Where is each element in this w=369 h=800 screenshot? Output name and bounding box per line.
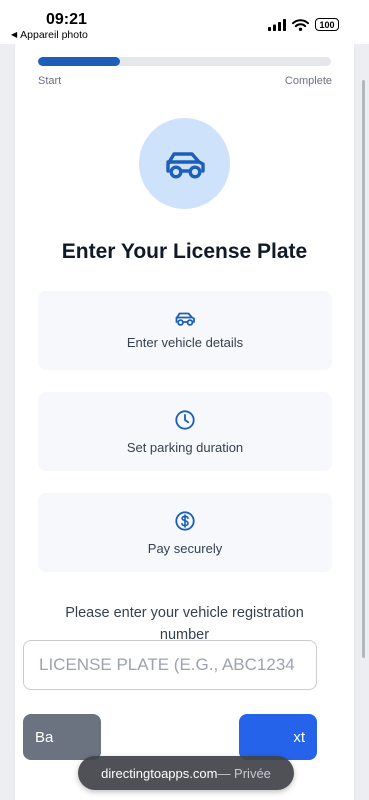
status-bar: 09:21 ◀ Appareil photo 100 xyxy=(0,0,369,44)
feature-label: Enter vehicle details xyxy=(126,335,244,350)
scrollbar[interactable] xyxy=(362,80,365,658)
hero-badge xyxy=(139,118,230,209)
license-plate-input[interactable] xyxy=(23,640,317,690)
dollar-icon xyxy=(175,510,195,531)
cellular-signal-icon xyxy=(268,18,286,31)
url-domain: directingtoapps.com xyxy=(101,765,218,781)
progress-bar-fill xyxy=(38,57,121,66)
progress-bar xyxy=(38,57,331,66)
url-privacy-label: — Privée xyxy=(217,765,271,781)
feature-label: Set parking duration xyxy=(126,439,244,455)
car-icon xyxy=(175,312,195,326)
battery-icon: 100 xyxy=(315,18,339,31)
wifi-icon xyxy=(292,18,309,31)
back-arrow-icon: ◀ xyxy=(11,30,18,39)
progress-start-label: Start xyxy=(38,75,62,87)
back-button[interactable]: Ba xyxy=(23,714,101,760)
progress-end-label: Complete xyxy=(284,75,332,87)
feature-vehicle-details: Enter vehicle details xyxy=(38,291,332,370)
status-icons: 100 xyxy=(268,18,339,31)
next-button[interactable]: xt xyxy=(239,714,317,760)
browser-url-bar[interactable]: directingtoapps.com — Privée xyxy=(78,756,294,790)
back-app-label: Appareil photo xyxy=(20,29,88,41)
status-time: 09:21 xyxy=(46,11,87,28)
back-to-app-link[interactable]: ◀ Appareil photo xyxy=(11,29,88,41)
page-title: Enter Your License Plate xyxy=(61,240,308,263)
app-screen: Start Complete Enter Your License Plate … xyxy=(0,0,369,800)
feature-pay-securely: Pay securely xyxy=(38,493,332,572)
feature-label: Pay securely xyxy=(147,540,223,556)
car-icon xyxy=(165,151,205,179)
clock-icon xyxy=(175,409,195,430)
feature-parking-duration: Set parking duration xyxy=(38,392,332,471)
